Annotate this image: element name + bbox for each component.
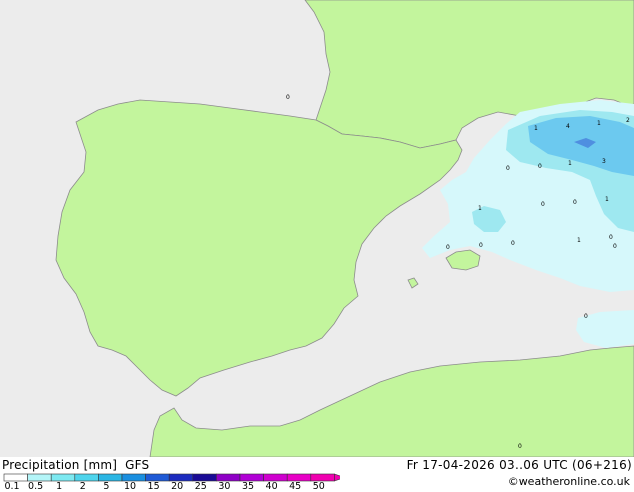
scale-tick-label: 1 bbox=[56, 481, 63, 492]
scale-swatch bbox=[121, 473, 146, 482]
precip-value: 2 bbox=[626, 117, 630, 124]
precip-value: 0 bbox=[506, 165, 510, 172]
scale-tick-label: 35 bbox=[241, 481, 255, 492]
legend-bar: Precipitation [mm] GFS Fr 17-04-2026 03..… bbox=[0, 457, 634, 492]
scale-tick-label: 30 bbox=[218, 481, 231, 492]
precip-value: 1 bbox=[597, 120, 601, 127]
precipitation-map: 0 1 4 1 2 0 0 1 3 1 0 0 1 1 0 0 0 0 0 0 … bbox=[0, 0, 634, 457]
scale-tick-label: 40 bbox=[265, 481, 278, 492]
scale-swatch bbox=[98, 473, 123, 482]
legend-title: Precipitation [mm] GFS bbox=[2, 458, 149, 472]
scale-swatch bbox=[168, 473, 194, 482]
scale-swatch bbox=[286, 473, 312, 482]
precip-value: 4 bbox=[566, 123, 570, 130]
precip-value: 3 bbox=[602, 158, 606, 165]
legend-variable: Precipitation [mm] bbox=[2, 458, 118, 472]
scale-swatch bbox=[216, 473, 241, 482]
scale-swatch bbox=[3, 473, 28, 482]
scale-tick-label: 45 bbox=[289, 481, 302, 492]
precip-value: 1 bbox=[568, 160, 572, 167]
scale-swatch bbox=[239, 473, 264, 482]
scale-tick-label: 50 bbox=[312, 481, 325, 492]
scale-swatch bbox=[27, 473, 52, 482]
scale-tick-label: 0.5 bbox=[28, 481, 44, 492]
credit-text: ©weatheronline.co.uk bbox=[507, 475, 630, 488]
scale-swatch bbox=[145, 473, 170, 482]
scale-swatch bbox=[310, 473, 335, 482]
legend-model: GFS bbox=[125, 458, 150, 472]
map-canvas: 0 1 4 1 2 0 0 1 3 1 0 0 1 1 0 0 0 0 0 0 … bbox=[0, 0, 634, 457]
precip-value: 1 bbox=[577, 237, 581, 244]
precip-value: 0 bbox=[584, 313, 588, 320]
scale-swatch bbox=[263, 473, 288, 482]
precip-value: 1 bbox=[534, 125, 538, 132]
precip-value: 0 bbox=[479, 242, 483, 249]
scale-tick-label: 15 bbox=[147, 481, 160, 492]
credit[interactable]: ©weatheronline.co.uk bbox=[507, 475, 630, 488]
scale-tick-label: 25 bbox=[194, 481, 207, 492]
precip-value: 0 bbox=[573, 199, 577, 206]
precip-value: 0 bbox=[518, 443, 522, 450]
precip-value: 1 bbox=[605, 196, 609, 203]
scale-tick-label: 10 bbox=[123, 481, 137, 492]
scale-tick-label: 2 bbox=[79, 481, 86, 492]
scale-swatch bbox=[192, 473, 217, 482]
precip-value: 0 bbox=[511, 240, 515, 247]
precip-value: 0 bbox=[541, 201, 545, 208]
precip-value: 0 bbox=[538, 163, 542, 170]
precip-value: 0 bbox=[446, 244, 450, 251]
precip-value: 0 bbox=[609, 234, 613, 241]
scale-swatch bbox=[74, 473, 99, 482]
precip-value: 0 bbox=[286, 94, 290, 101]
scale-tick-label: 20 bbox=[171, 481, 184, 492]
scale-tick-label: 5 bbox=[103, 481, 110, 492]
scale-swatch bbox=[50, 473, 76, 482]
precip-value: 0 bbox=[613, 243, 617, 250]
valid-time: Fr 17-04-2026 03..06 UTC (06+216) bbox=[406, 458, 632, 472]
scale-arrow bbox=[334, 473, 340, 482]
precip-value: 1 bbox=[478, 205, 482, 212]
scale-tick-label: 0.1 bbox=[4, 481, 20, 492]
